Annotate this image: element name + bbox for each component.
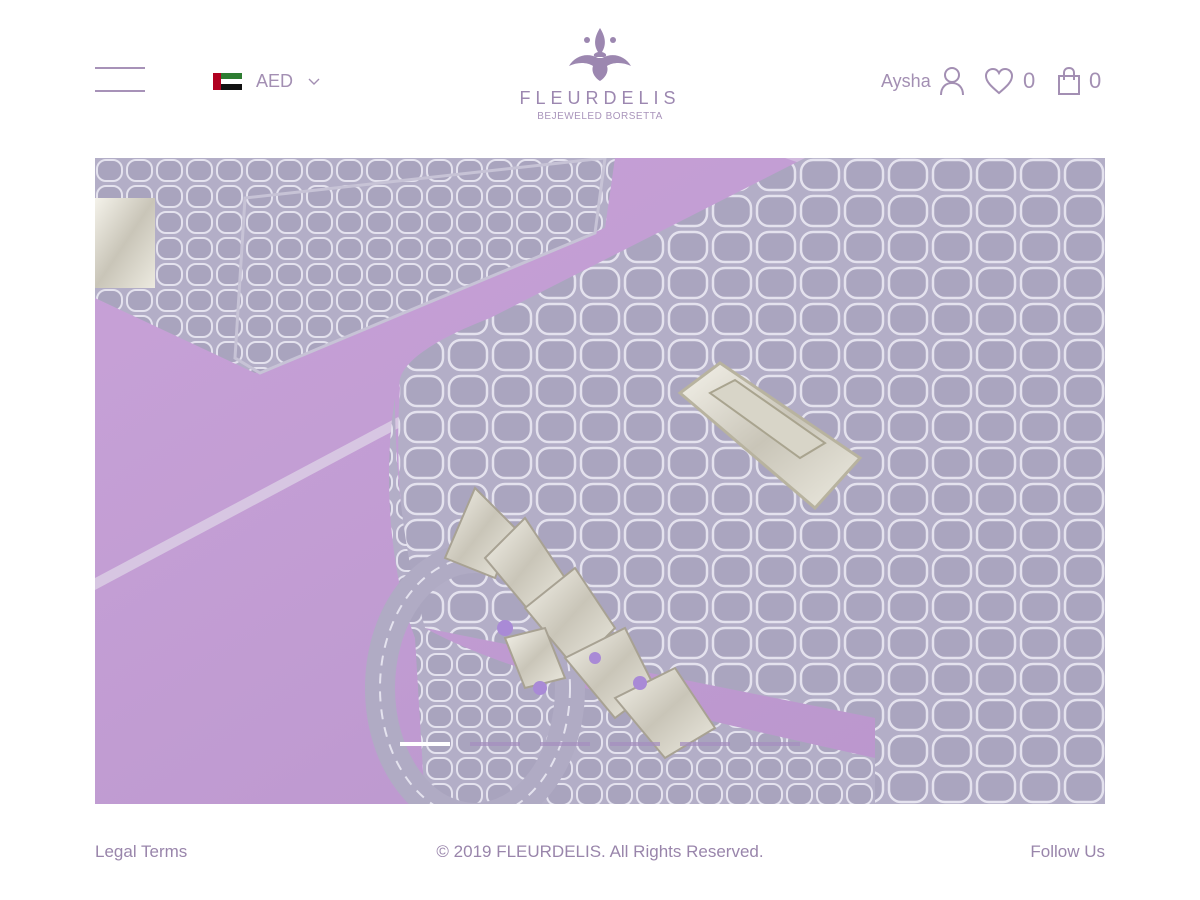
currency-selector[interactable]: AED xyxy=(213,68,321,94)
hamburger-menu-button[interactable] xyxy=(95,66,145,94)
chevron-down-icon xyxy=(308,78,320,85)
carousel-dot[interactable] xyxy=(540,742,590,746)
site-footer: Legal Terms © 2019 FLEURDELIS. All Right… xyxy=(0,838,1200,868)
carousel-dot[interactable] xyxy=(680,742,730,746)
hero-carousel[interactable] xyxy=(95,158,1105,804)
carousel-dot[interactable] xyxy=(400,742,450,746)
hero-handbag-image xyxy=(95,158,1105,804)
carousel-dot[interactable] xyxy=(610,742,660,746)
currency-code: AED xyxy=(256,70,294,91)
wishlist-count: 0 xyxy=(1023,68,1036,93)
shopping-bag-icon xyxy=(1058,66,1080,95)
copyright-text: © 2019 FLEURDELIS. All Rights Reserved. xyxy=(436,842,764,861)
menu-line xyxy=(95,67,145,69)
brand-name: FLEURDELIS xyxy=(519,88,681,108)
wishlist-link[interactable]: 0 xyxy=(983,64,1035,98)
menu-line xyxy=(95,90,145,92)
brand-tagline: BEJEWELED BORSETTA xyxy=(537,111,663,122)
brand-logo[interactable]: FLEURDELIS BEJEWELED BORSETTA xyxy=(500,26,700,136)
site-header: AED FLEURDELIS BEJEWELED BORSETTA Aysha … xyxy=(0,0,1200,158)
user-name: Aysha xyxy=(881,70,931,91)
cart-count: 0 xyxy=(1089,68,1102,93)
cart-link[interactable]: 0 xyxy=(1057,64,1101,98)
follow-us-link[interactable]: Follow Us xyxy=(1030,842,1105,862)
carousel-dot[interactable] xyxy=(470,742,520,746)
carousel-pagination xyxy=(400,742,800,748)
account-link[interactable]: Aysha xyxy=(881,64,965,98)
carousel-dot[interactable] xyxy=(750,742,800,746)
heart-icon xyxy=(984,67,1014,95)
user-icon xyxy=(939,67,964,96)
fleur-de-lis-icon xyxy=(569,28,631,81)
uae-flag-icon xyxy=(213,72,242,90)
